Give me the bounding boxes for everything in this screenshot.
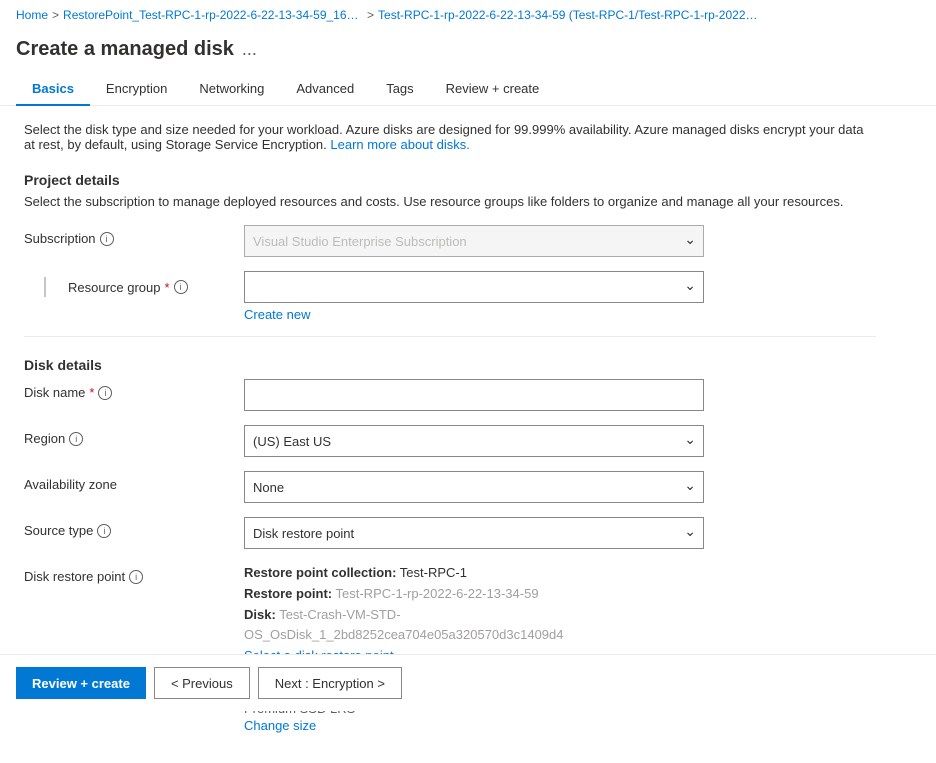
project-details-desc: Select the subscription to manage deploy… [24,194,876,209]
resource-group-row: Resource group * i Create new [24,271,876,322]
source-type-info-icon[interactable]: i [97,524,111,538]
page-header: Create a managed disk ... [0,30,936,61]
page-title: Create a managed disk [16,38,234,61]
disk-name-row: Disk name * i [24,379,876,411]
region-select[interactable]: (US) East US [244,425,704,457]
tab-bar: Basics Encryption Networking Advanced Ta… [0,61,936,106]
previous-button[interactable]: < Previous [154,667,250,699]
subscription-info-icon[interactable]: i [100,232,114,246]
resource-group-select[interactable] [244,271,704,303]
disk-name-info-icon[interactable]: i [98,386,112,400]
source-type-select[interactable]: Disk restore point [244,517,704,549]
tab-basics[interactable]: Basics [16,73,90,106]
create-new-resource-group-link[interactable]: Create new [244,307,310,322]
subscription-select-wrapper: Visual Studio Enterprise Subscription [244,225,704,257]
source-type-label: Source type i [24,517,244,538]
section-divider [24,336,876,337]
tab-review-create[interactable]: Review + create [430,73,556,106]
source-type-row: Source type i Disk restore point [24,517,876,549]
region-info-icon[interactable]: i [69,432,83,446]
disk-restore-point-info: Restore point collection: Test-RPC-1 Res… [244,563,704,667]
subscription-row: Subscription i Visual Studio Enterprise … [24,225,876,257]
change-size-link[interactable]: Change size [244,718,316,733]
disk-restore-point-row: Disk restore point i Restore point colle… [24,563,876,667]
disk-restore-point-label: Disk restore point i [24,563,244,584]
region-row: Region i (US) East US [24,425,876,457]
breadcrumb: Home > RestorePoint_Test-RPC-1-rp-2022-6… [0,0,936,30]
disk-name-label: Disk name * i [24,379,244,400]
subscription-label: Subscription i [24,225,244,246]
more-options-icon[interactable]: ... [242,39,257,60]
source-type-select-wrapper: Disk restore point [244,517,704,549]
region-label: Region i [24,425,244,446]
resource-group-label-wrap: Resource group * i [24,271,244,297]
review-create-button[interactable]: Review + create [16,667,146,699]
disk-restore-point-info-icon[interactable]: i [129,570,143,584]
tab-tags[interactable]: Tags [370,73,429,106]
resource-group-info-icon[interactable]: i [174,280,188,294]
availability-zone-label: Availability zone [24,471,244,492]
page-description: Select the disk type and size needed for… [24,122,876,152]
disk-name-input[interactable] [244,379,704,411]
disk-details-title: Disk details [24,357,876,373]
tab-networking[interactable]: Networking [183,73,280,106]
breadcrumb-home[interactable]: Home [16,8,48,22]
project-details-title: Project details [24,172,876,188]
region-select-wrapper: (US) East US [244,425,704,457]
availability-zone-select-wrapper: None [244,471,704,503]
breadcrumb-restore-point[interactable]: RestorePoint_Test-RPC-1-rp-2022-6-22-13-… [63,8,363,22]
next-button[interactable]: Next : Encryption > [258,667,402,699]
availability-zone-select[interactable]: None [244,471,704,503]
resource-group-select-wrapper [244,271,704,303]
breadcrumb-rpc[interactable]: Test-RPC-1-rp-2022-6-22-13-34-59 (Test-R… [378,8,758,22]
tab-advanced[interactable]: Advanced [280,73,370,106]
availability-zone-row: Availability zone None [24,471,876,503]
tab-encryption[interactable]: Encryption [90,73,183,106]
learn-more-link[interactable]: Learn more about disks. [330,137,469,152]
subscription-select[interactable]: Visual Studio Enterprise Subscription [244,225,704,257]
footer: Review + create < Previous Next : Encryp… [0,654,936,711]
